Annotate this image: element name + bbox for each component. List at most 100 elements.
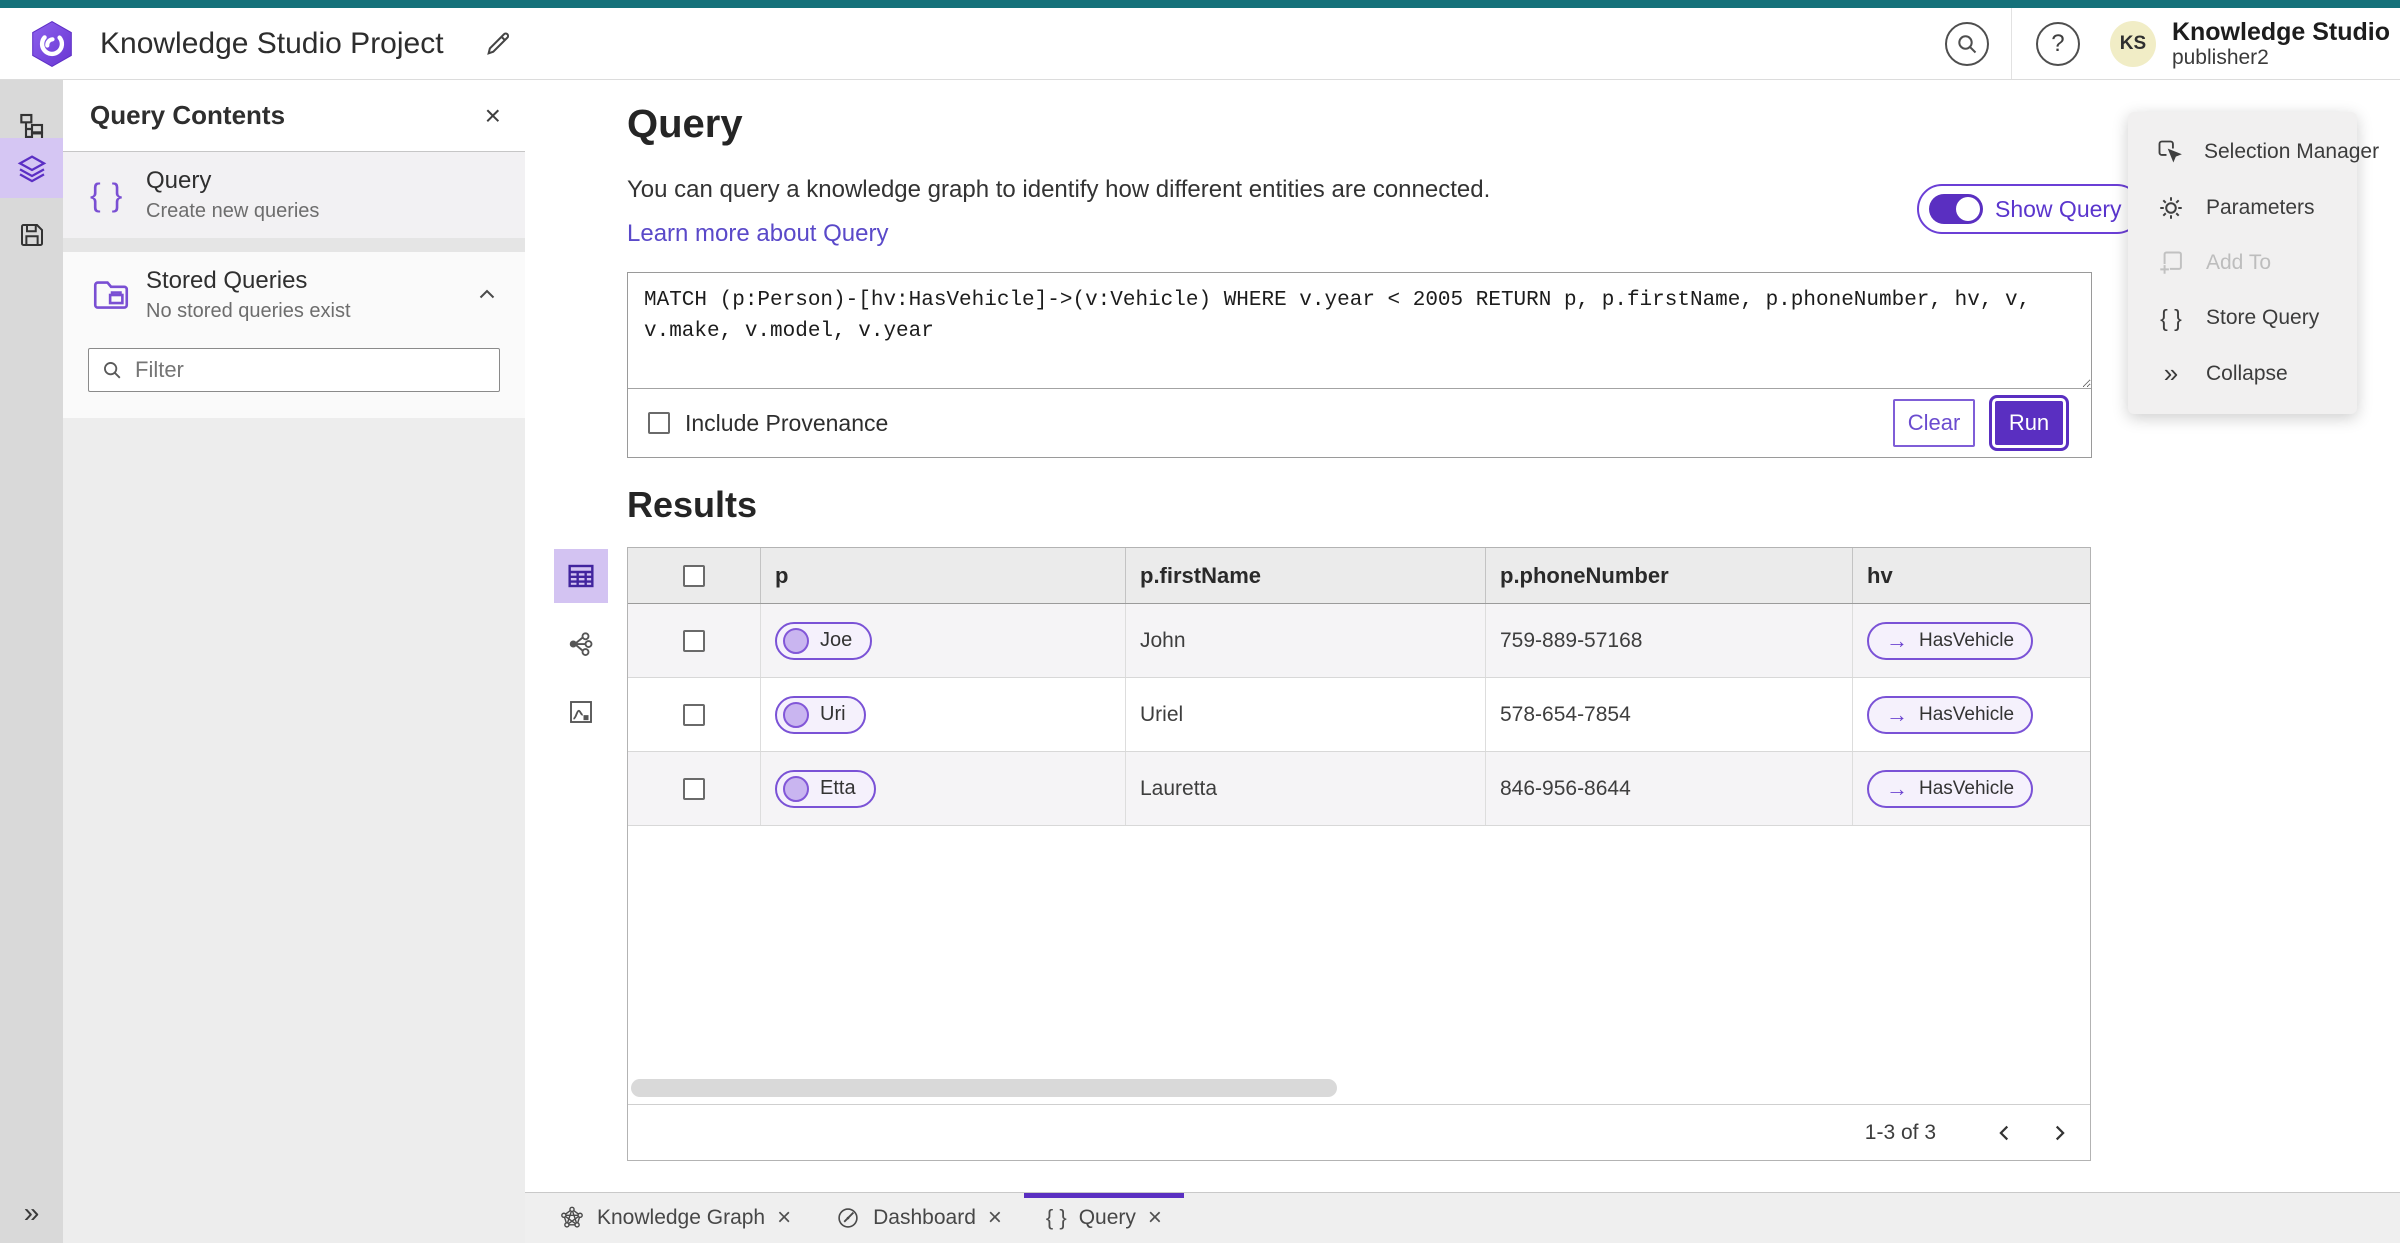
entity-label: Joe [820,629,853,651]
column-header-firstname[interactable]: p.firstName [1126,548,1486,603]
filter-input[interactable] [133,356,487,384]
close-tab-button[interactable]: × [1148,1206,1162,1230]
row-checkbox[interactable] [683,777,705,800]
column-header-phone[interactable]: p.phoneNumber [1486,548,1853,603]
tab-label: Knowledge Graph [597,1206,766,1229]
edit-title-button[interactable] [480,26,516,62]
user-name: publisher2 [2171,45,2269,69]
chart-view-button[interactable] [554,685,608,739]
select-all-checkbox[interactable] [683,564,705,587]
rail-save-button[interactable] [0,208,63,262]
graph-view-button[interactable] [554,617,608,671]
avatar[interactable]: KS [2109,20,2156,67]
collapse-button[interactable]: » Collapse [2128,349,2357,399]
left-rail: » [0,80,63,1243]
bottom-tab-bar: Knowledge Graph × Dashboard × { } Query [525,1192,2400,1243]
toggle-switch[interactable] [1929,194,1983,224]
tab-knowledge-graph[interactable]: Knowledge Graph × [537,1193,813,1243]
user-identity: Knowledge Studio publisher2 [2172,18,2390,70]
selection-manager-button[interactable]: Selection Manager [2128,127,2379,177]
close-icon: × [1147,1204,1162,1231]
chevron-right-icon [2048,1122,2070,1144]
braces-icon: { } [1045,1205,1067,1230]
tab-query[interactable]: { } Query × [1024,1193,1184,1243]
column-header-p[interactable]: p [761,548,1126,603]
double-chevron-right-icon: » [23,1197,40,1228]
app-logo-icon [28,20,76,68]
braces-icon: { } [2160,304,2182,331]
network-icon [566,629,596,659]
header-checkbox-cell [628,548,761,603]
results-title: Results [627,484,758,525]
previous-page-button[interactable] [1982,1110,2028,1156]
save-icon [17,220,47,250]
tab-label: Dashboard [873,1206,976,1229]
tab-label: Query [1078,1206,1136,1229]
arrow-right-icon: → [1886,775,1908,801]
selection-manager-label: Selection Manager [2204,140,2380,164]
entity-pill[interactable]: Joe [775,621,873,660]
parameters-label: Parameters [2206,195,2315,219]
arrow-right-icon: → [1886,701,1908,727]
column-header-hv[interactable]: hv [1853,548,2090,603]
rail-layers-button[interactable] [0,138,63,198]
search-icon [1955,32,1979,56]
results-table: p p.firstName p.phoneNumber hv Joe John … [627,547,2091,1161]
relation-pill[interactable]: → HasVehicle [1867,769,2034,808]
app-header: Knowledge Studio Project ? KS Knowledge … [0,8,2400,80]
relation-pill[interactable]: → HasVehicle [1867,695,2034,734]
table-view-button[interactable] [554,549,608,603]
close-tab-button[interactable]: × [988,1206,1002,1230]
query-item-label: Query [146,167,212,194]
sidebar-item-stored-queries[interactable]: Stored Queries No stored queries exist [63,252,525,338]
close-panel-button[interactable]: × [484,99,501,131]
close-icon: × [777,1204,792,1231]
page-title: Query [627,102,743,146]
stored-queries-section: Stored Queries No stored queries exist [63,252,525,418]
layers-icon [16,152,48,184]
run-button[interactable]: Run [1989,395,2069,451]
selection-manager-icon [2156,138,2184,166]
search-button[interactable] [1944,21,1989,66]
query-description: You can query a knowledge graph to ident… [627,176,1491,203]
include-provenance-checkbox[interactable] [648,412,670,434]
collapse-stored-queries-button[interactable] [475,283,499,307]
horizontal-scrollbar-thumb[interactable] [631,1079,1337,1097]
help-button[interactable]: ? [2035,21,2080,66]
clear-button[interactable]: Clear [1893,399,1975,447]
header-right-cluster: ? KS Knowledge Studio publisher2 [1944,8,2400,79]
learn-more-link[interactable]: Learn more about Query [627,220,888,248]
add-to-button: Add To [2128,238,2357,288]
row-checkbox[interactable] [683,629,705,652]
close-tab-button[interactable]: × [777,1206,791,1230]
chart-icon [566,697,596,727]
filter-field [88,348,500,392]
table-row: Uri Uriel 578-654-7854 → HasVehicle [628,678,2090,752]
next-page-button[interactable] [2036,1110,2082,1156]
query-contents-panel: Query Contents × { } Query Create new qu… [63,80,525,1243]
store-query-label: Store Query [2206,306,2320,330]
row-checkbox[interactable] [683,703,705,726]
project-title: Knowledge Studio Project [100,26,444,60]
search-icon [101,359,123,381]
folder-icon [90,274,146,316]
tab-dashboard[interactable]: Dashboard × [813,1193,1024,1243]
cell-firstname: Lauretta [1126,752,1486,825]
relation-pill[interactable]: → HasVehicle [1867,621,2034,660]
close-icon: × [484,99,501,131]
top-accent-strip [0,0,2400,8]
parameters-button[interactable]: Parameters [2128,183,2357,233]
entity-pill[interactable]: Etta [775,769,876,808]
store-query-button[interactable]: { } Store Query [2128,293,2357,343]
show-query-toggle[interactable]: Show Query [1917,184,2142,234]
entity-pill[interactable]: Uri [775,695,866,734]
relation-label: HasVehicle [1919,777,2015,799]
chevron-up-icon [475,283,499,307]
knowledge-studio-app: Knowledge Studio Project ? KS Knowledge … [0,0,2400,1243]
node-circle-icon [783,701,809,728]
double-chevron-right-icon: » [2163,358,2179,389]
expand-panel-button[interactable]: » [0,1193,63,1233]
sidebar-item-query[interactable]: { } Query Create new queries [63,152,525,238]
table-row: Joe John 759-889-57168 → HasVehicle [628,604,2090,678]
query-editor[interactable]: MATCH (p:Person)-[hv:HasVehicle]->(v:Veh… [628,273,2091,389]
